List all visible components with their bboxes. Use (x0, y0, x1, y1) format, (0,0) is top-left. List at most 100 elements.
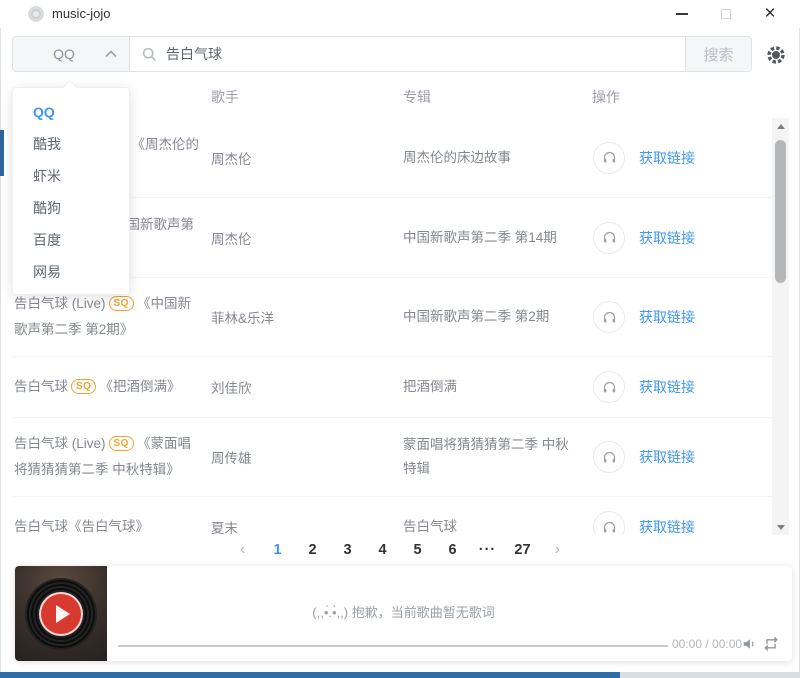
close-button[interactable]: × (748, 0, 792, 28)
settings-button[interactable] (762, 41, 790, 69)
column-header-singer: 歌手 (211, 84, 239, 110)
headphone-icon (602, 450, 617, 465)
scroll-up-arrow-icon[interactable] (772, 118, 789, 134)
search-button[interactable]: 搜索 (685, 37, 751, 71)
page-button-3[interactable]: 3 (330, 537, 365, 563)
listen-button[interactable] (593, 371, 625, 403)
volume-icon[interactable] (742, 637, 756, 651)
source-option-baidu[interactable]: 百度 (13, 224, 129, 256)
source-option-xiami[interactable]: 虾米 (13, 160, 129, 192)
song-actions: 获取链接 (592, 511, 772, 535)
minimize-button[interactable] (660, 0, 704, 28)
headphone-icon (602, 380, 617, 395)
sq-badge: SQ (109, 296, 134, 311)
song-album: 中国新歌声第二季 第2期 (403, 305, 592, 329)
listen-button[interactable] (593, 142, 625, 174)
get-link-button[interactable]: 获取链接 (639, 377, 695, 397)
app-logo-icon (28, 6, 44, 22)
get-link-button[interactable]: 获取链接 (639, 447, 695, 467)
song-singer: 夏末 (211, 517, 403, 535)
source-option-kugou[interactable]: 酷狗 (13, 192, 129, 224)
listen-button[interactable] (593, 511, 625, 535)
song-album: 中国新歌声第二季 第14期 (403, 226, 592, 250)
song-title: 告白气球 (Live)SQ《蒙面唱将猜猜猜第二季 中秋特辑》 (12, 431, 211, 483)
close-icon: × (764, 0, 775, 28)
album-ref: 《把酒倒满》 (99, 379, 180, 394)
listen-button[interactable] (593, 222, 625, 254)
search-icon (142, 47, 157, 62)
dropdown-notch (63, 80, 77, 94)
table-row: 告白气球《告白气球》 夏末 告白气球 获取链接 (12, 497, 772, 535)
player-bar: (,,•́.•̀,,) 抱歉，当前歌曲暂无歌词 00:00 / 00:00 (15, 566, 792, 661)
page-button-5[interactable]: 5 (400, 537, 435, 563)
play-button[interactable] (39, 592, 83, 636)
next-page-button[interactable]: › (540, 537, 575, 563)
source-dropdown-menu: QQ 酷我 虾米 酷狗 百度 网易 (12, 87, 130, 295)
song-actions: 获取链接 (592, 222, 772, 254)
song-album: 告白气球 (403, 515, 592, 535)
column-header-album: 专辑 (403, 84, 431, 110)
maximize-icon (721, 9, 731, 19)
maximize-button[interactable] (704, 0, 748, 28)
page-button-2[interactable]: 2 (295, 537, 330, 563)
table-row: 告白气球SQ《把酒倒满》 刘佳欣 把酒倒满 获取链接 (12, 357, 772, 418)
get-link-button[interactable]: 获取链接 (639, 307, 695, 327)
app-window: music-jojo × QQ 搜索 歌手 专辑 操作 告白气球SQMV《周杰伦… (0, 0, 800, 678)
page-ellipsis[interactable]: ··· (470, 537, 505, 563)
prev-page-button[interactable]: ‹ (225, 537, 260, 563)
album-art[interactable] (15, 566, 107, 661)
song-actions: 获取链接 (592, 371, 772, 403)
source-select[interactable]: QQ (12, 36, 130, 72)
headphone-icon (602, 520, 617, 535)
source-select-value: QQ (13, 46, 105, 62)
get-link-button[interactable]: 获取链接 (639, 228, 695, 248)
song-singer: 周杰伦 (211, 148, 403, 168)
pagination: ‹ 1 2 3 4 5 6 ··· 27 › (0, 537, 800, 563)
song-actions: 获取链接 (592, 301, 772, 333)
get-link-button[interactable]: 获取链接 (639, 148, 695, 168)
gear-icon (764, 43, 788, 67)
play-icon (56, 605, 70, 623)
background-window-sliver (0, 130, 4, 176)
page-button-1[interactable]: 1 (260, 537, 295, 563)
source-option-kuwo[interactable]: 酷我 (13, 128, 129, 160)
song-album: 蒙面唱将猜猜猜第二季 中秋特辑 (403, 433, 592, 481)
page-button-27[interactable]: 27 (505, 537, 540, 563)
source-option-qq[interactable]: QQ (13, 96, 129, 128)
album-ref: 《告白气球》 (68, 519, 149, 534)
time-display: 00:00 / 00:00 (672, 637, 742, 651)
progress-bar[interactable] (118, 645, 668, 647)
no-lyric-message: (,,•́.•̀,,) 抱歉，当前歌曲暂无歌词 (107, 602, 700, 621)
window-controls: × (660, 0, 792, 28)
song-singer: 周杰伦 (211, 228, 403, 248)
page-button-4[interactable]: 4 (365, 537, 400, 563)
song-album: 把酒倒满 (403, 375, 592, 399)
headphone-icon (602, 150, 617, 165)
table-scrollbar[interactable] (772, 118, 789, 535)
song-title: 告白气球《告白气球》 (12, 514, 211, 535)
listen-button[interactable] (593, 301, 625, 333)
bottom-edge-bar-light (620, 672, 800, 678)
column-header-action: 操作 (592, 84, 620, 110)
chevron-up-icon (105, 50, 117, 58)
scrollbar-thumb[interactable] (775, 140, 786, 283)
sq-badge: SQ (109, 436, 134, 451)
headphone-icon (602, 230, 617, 245)
bottom-edge-bar (0, 672, 620, 678)
search-box: 搜索 (130, 36, 752, 72)
listen-button[interactable] (593, 441, 625, 473)
minimize-icon (676, 13, 688, 15)
get-link-button[interactable]: 获取链接 (639, 517, 695, 535)
song-actions: 获取链接 (592, 142, 772, 174)
sq-badge: SQ (71, 379, 96, 394)
table-row: 告白气球 (Live)SQ《蒙面唱将猜猜猜第二季 中秋特辑》 周传雄 蒙面唱将猜… (12, 418, 772, 497)
page-button-6[interactable]: 6 (435, 537, 470, 563)
scroll-down-arrow-icon[interactable] (772, 519, 789, 535)
headphone-icon (602, 310, 617, 325)
song-album: 周杰伦的床边故事 (403, 146, 592, 170)
source-option-netease[interactable]: 网易 (13, 256, 129, 288)
repeat-icon[interactable] (763, 636, 780, 651)
song-singer: 周传雄 (211, 447, 403, 467)
song-title: 告白气球SQ《把酒倒满》 (12, 374, 211, 400)
search-input[interactable] (130, 37, 685, 71)
